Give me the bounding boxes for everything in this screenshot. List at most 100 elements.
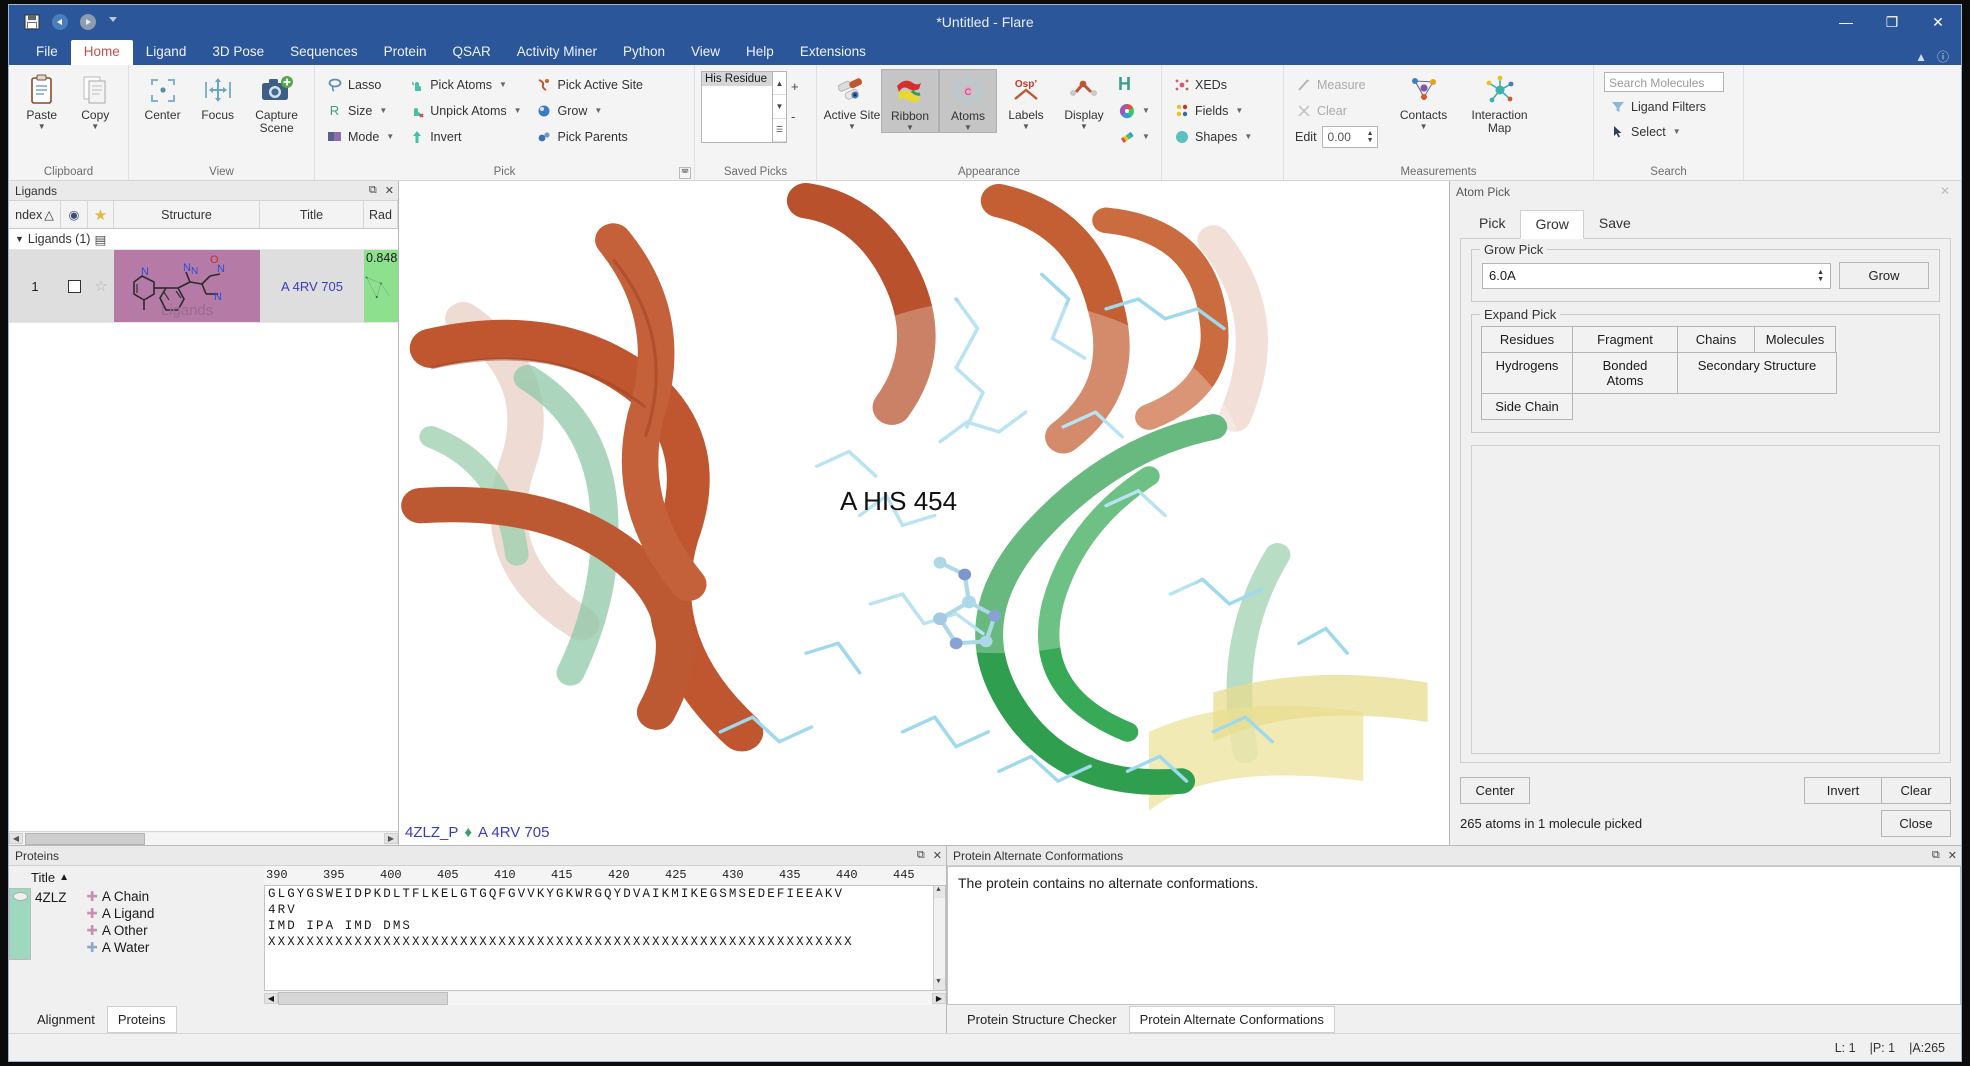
interaction-map-button[interactable]: Interaction Map xyxy=(1459,69,1541,135)
ribbon-tab-qsar[interactable]: QSAR xyxy=(439,40,503,65)
pick-dialog-launcher[interactable]: ◚ xyxy=(679,167,691,179)
clear-button[interactable]: Clear xyxy=(1881,777,1951,804)
ligand-filters-button[interactable]: Ligand Filters xyxy=(1604,94,1711,119)
contacts-button[interactable]: Contacts ▼ xyxy=(1389,69,1459,131)
ligand-row-checkbox[interactable] xyxy=(61,250,88,322)
expand-bonded-atoms-button[interactable]: Bonded Atoms xyxy=(1572,352,1678,394)
ligand-row-radial[interactable]: 0.848 xyxy=(364,250,398,322)
expand-hydrogens-button[interactable]: Hydrogens xyxy=(1481,352,1573,394)
chevron-down-icon[interactable]: ▼ xyxy=(1142,106,1150,115)
chevron-down-icon[interactable]: ▼ xyxy=(594,106,602,115)
scroll-up-icon[interactable]: ▲ xyxy=(934,886,945,898)
customize-qat-icon[interactable] xyxy=(107,13,125,31)
chevron-down-icon[interactable]: ▼ xyxy=(906,124,914,132)
chevron-up-icon[interactable]: ▲ xyxy=(1915,50,1927,64)
center-button[interactable]: Center xyxy=(135,69,190,122)
saved-pick-item-his-residue[interactable]: His Residue xyxy=(702,72,772,86)
ribbon-tab-3d-pose[interactable]: 3D Pose xyxy=(199,40,277,65)
ribbon-tab-ligand[interactable]: Ligand xyxy=(133,40,200,65)
search-molecules-input[interactable]: Search Molecules xyxy=(1604,72,1724,92)
invert-button[interactable]: Invert xyxy=(403,124,526,149)
lasso-button[interactable]: Lasso xyxy=(321,72,399,97)
chevron-down-icon[interactable]: ▼ xyxy=(1420,123,1428,131)
chevron-down-icon[interactable]: ▼ xyxy=(499,80,507,89)
protein-color-swatch[interactable] xyxy=(9,888,31,960)
remove-saved-pick-button[interactable]: - xyxy=(791,109,799,124)
chain-item-a-ligand[interactable]: ✚ A Ligand xyxy=(87,905,155,922)
pick-atoms-button[interactable]: Pick Atoms ▼ xyxy=(403,72,526,97)
tab-grow[interactable]: Grow xyxy=(1520,210,1584,239)
chevron-down-icon[interactable]: ▼ xyxy=(1080,123,1088,131)
atoms-button[interactable]: C Atoms ▼ xyxy=(939,69,997,133)
chain-item-a-chain[interactable]: ✚ A Chain xyxy=(87,888,155,905)
scroll-right-icon[interactable]: ▶ xyxy=(932,992,946,1004)
paste-button[interactable]: Paste ▼ xyxy=(15,69,69,131)
select-button[interactable]: Select ▼ xyxy=(1604,119,1686,144)
scroll-thumb[interactable] xyxy=(25,832,145,845)
expand-secondary-structure-button[interactable]: Secondary Structure xyxy=(1677,352,1837,394)
size-button[interactable]: R Size ▼ xyxy=(321,98,399,123)
invert-button[interactable]: Invert xyxy=(1804,777,1882,804)
close-button[interactable]: ✕ xyxy=(1915,5,1961,39)
labels-button[interactable]: Osp’ Labels ▼ xyxy=(997,69,1055,131)
saved-picks-list[interactable]: His Residue xyxy=(701,71,773,143)
sequence-horizontal-scrollbar[interactable]: ◀ ▶ xyxy=(264,991,946,1005)
chevron-down-icon[interactable]: ▼ xyxy=(1142,132,1150,141)
tab-proteins[interactable]: Proteins xyxy=(106,1005,177,1033)
saved-picks-scrollbar[interactable]: ▲ ▼ ☰ xyxy=(773,71,787,143)
ribbon-tab-help[interactable]: Help xyxy=(733,40,787,65)
measure-button[interactable]: Measure xyxy=(1290,72,1383,97)
spinner-arrows-icon[interactable]: ▲ ▼ xyxy=(1367,130,1377,144)
ribbon-tab-sequences[interactable]: Sequences xyxy=(277,40,371,65)
chain-item-a-other[interactable]: ✚ A Other xyxy=(87,922,155,939)
chevron-down-icon[interactable]: ▼ xyxy=(964,124,972,132)
capture-scene-button[interactable]: Capture Scene xyxy=(245,69,308,135)
ribbon-display-button[interactable]: Ribbon ▼ xyxy=(881,69,939,133)
shapes-button[interactable]: Shapes ▼ xyxy=(1168,124,1257,149)
grow-button[interactable]: Grow ▼ xyxy=(531,98,648,123)
active-site-button[interactable]: Active Site ▼ xyxy=(823,69,881,131)
display-button[interactable]: Display ▼ xyxy=(1055,69,1113,131)
chevron-down-icon[interactable]: ▼ xyxy=(1673,127,1681,136)
chevron-down-icon[interactable]: ▼ xyxy=(91,123,99,131)
chevron-down-icon[interactable]: ▼ xyxy=(1244,132,1252,141)
3d-viewport[interactable]: A HIS 454 4ZLZ_P ♦ A 4RV 705 xyxy=(399,181,1449,845)
chevron-down-icon[interactable]: ▼ xyxy=(514,106,522,115)
sequence-vertical-scrollbar[interactable]: ▲ ▼ xyxy=(933,886,945,990)
chain-item-a-water[interactable]: ✚ A Water xyxy=(87,939,155,956)
scroll-thumb-icon[interactable]: ☰ xyxy=(773,119,786,142)
scroll-track[interactable] xyxy=(278,991,932,1005)
expand-side-chain-button[interactable]: Side Chain xyxy=(1481,393,1573,420)
maximize-button[interactable]: ❐ xyxy=(1869,5,1915,39)
copy-button[interactable]: Copy ▼ xyxy=(69,69,123,131)
ligand-row-star[interactable]: ☆ xyxy=(88,250,114,322)
table-row[interactable]: 1 ☆ N N N N N O Ligands A 4RV 705 0.848 xyxy=(9,250,398,322)
hydrogen-button[interactable]: H xyxy=(1113,72,1155,97)
expand-molecules-button[interactable]: Molecules xyxy=(1754,326,1836,353)
spinner-arrows-icon[interactable]: ▲ ▼ xyxy=(1817,269,1824,283)
center-button[interactable]: Center xyxy=(1460,777,1530,804)
grow-distance-input[interactable]: 6.0A ▲ ▼ xyxy=(1482,262,1831,289)
close-icon[interactable]: ✕ xyxy=(1935,184,1955,200)
column-header-visibility[interactable]: ◉ xyxy=(61,201,88,228)
expand-fragment-button[interactable]: Fragment xyxy=(1572,326,1678,353)
scroll-thumb[interactable] xyxy=(278,991,448,1005)
ribbon-tab-python[interactable]: Python xyxy=(610,40,678,65)
column-header-star[interactable]: ★ xyxy=(88,201,114,228)
grow-button[interactable]: Grow xyxy=(1839,262,1929,289)
chevron-down-icon[interactable]: ▼ xyxy=(379,106,387,115)
scroll-left-icon[interactable]: ◀ xyxy=(264,992,278,1004)
pick-parents-button[interactable]: Pick Parents xyxy=(531,124,648,149)
expand-chains-button[interactable]: Chains xyxy=(1677,326,1755,353)
float-panel-icon[interactable]: ⧉ xyxy=(917,849,925,862)
tab-alignment[interactable]: Alignment xyxy=(27,1007,105,1032)
focus-button[interactable]: Focus xyxy=(190,69,245,122)
chevron-down-icon[interactable]: ▼ xyxy=(386,132,394,141)
add-saved-pick-button[interactable]: + xyxy=(791,79,799,94)
help-icon[interactable]: ⓘ xyxy=(1937,48,1949,65)
ligands-horizontal-scrollbar[interactable]: ◀ ▶ xyxy=(9,831,398,845)
ribbon-tab-extensions[interactable]: Extensions xyxy=(787,40,879,65)
color-wheel-button[interactable]: ▼ xyxy=(1113,98,1155,123)
tab-pick[interactable]: Pick xyxy=(1464,209,1520,238)
sort-asc-icon[interactable]: ▲ xyxy=(59,872,69,883)
